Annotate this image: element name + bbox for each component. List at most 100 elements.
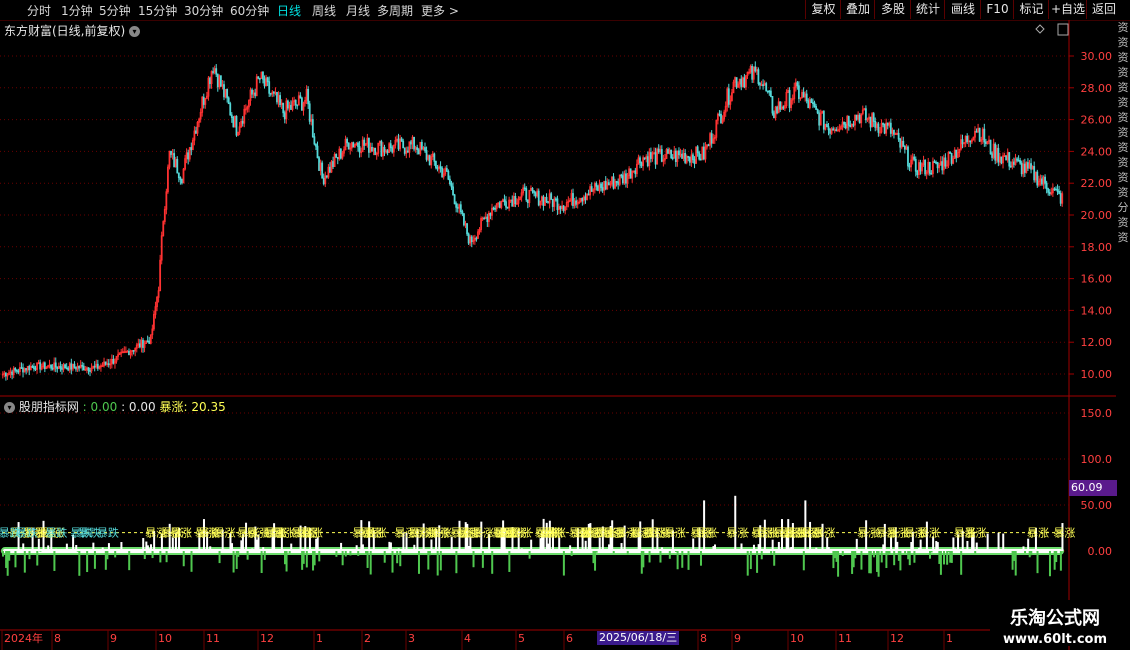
sidebar-char: 资 [1117,21,1129,34]
candle-body [1030,163,1032,170]
candle-body [872,113,875,122]
candle-body [463,213,465,226]
indicator-bar-up [777,541,780,551]
candle-body [550,193,553,200]
candle-body [693,159,696,164]
candle-body [523,187,526,190]
candle-body [667,149,669,154]
indicator-bar-down [899,551,902,571]
candle-body [674,150,677,163]
candle-body [50,364,52,369]
candle-body [936,161,939,169]
indicator-bar-down [218,551,221,564]
indicator-bar-up [986,533,989,551]
indicator-bar-down [869,551,872,574]
candle-body [822,110,825,130]
candle-body [170,150,172,155]
candle-body [740,78,743,87]
candle-body [657,148,660,153]
candle-body [681,153,683,159]
chevron-down-icon[interactable]: ▾ [4,402,15,413]
signal-label-down: 暴跌 [45,526,67,540]
candle-body [754,66,757,72]
candle-body [1008,152,1011,167]
candle-body [766,90,769,93]
candle-body [335,153,338,158]
candle-body [299,95,302,99]
indicator-bar-down [23,551,26,573]
indicator-value-1: : 0.00 [82,400,118,414]
signal-label-up: 暴涨 [301,527,323,540]
indicator-bar-down [880,551,883,563]
indicator-bar-up [740,543,743,551]
indicator-bar-up [101,547,104,551]
candle-body [315,143,317,147]
candle-body [452,186,454,196]
indicator-bar-up [584,540,587,551]
y-tick-label: 28.00 [1081,82,1113,95]
signal-label-up: 暴涨 [664,527,686,540]
indicator-bar-up [156,550,159,551]
candle-body [913,156,916,160]
indicator-bar-up [290,543,293,551]
indicator-bar-down [285,551,288,572]
indicator-bar-down [642,551,645,568]
indicator-bar-down [318,551,321,562]
indicator-bar-down [1055,551,1058,563]
indicator-bar-down [366,551,369,568]
indicator-bar-down [1036,551,1039,574]
indicator-bar-down [570,551,573,557]
indicator-bar-down [8,551,11,561]
signal-label-up: 暴涨 [726,527,748,540]
indicator-bar-down [439,551,442,571]
candle-body [439,166,442,169]
indicator-bar-down [349,551,352,556]
indicator-bar-up [212,549,215,551]
kline-chart[interactable]: 30.0028.0026.0024.0022.0020.0018.0016.00… [0,0,1130,650]
y-tick-label: 20.00 [1081,209,1113,222]
candle-body [933,161,936,164]
indicator-bar-up [397,548,400,551]
candle-body [765,83,768,92]
indicator-bar-up [120,542,123,551]
indicator-bar-down [681,551,684,568]
watermark: 乐淘公式网 www.60lt.com [990,600,1120,647]
candle-body [39,362,42,370]
indicator-bar-down [974,551,977,554]
candle-body [272,91,275,94]
indicator-bar-down [749,551,752,570]
x-tick-label: 8 [700,632,707,645]
indicator-bar-up [251,548,254,551]
candle-body [643,157,646,160]
candle-body [107,363,110,366]
candle-body [1019,160,1022,164]
candle-body [757,69,760,84]
candle-body [1005,155,1008,161]
indicator-bar-up [530,539,533,551]
candle-body [87,367,90,371]
indicator-bar-down [78,551,81,576]
candle-body [82,365,85,371]
candle-body [1058,191,1061,194]
candle-body [14,368,17,371]
candle-body [1055,188,1057,191]
candle-body [258,77,261,80]
candle-body [949,151,951,154]
indicator-bar-up [919,539,922,551]
candle-body [944,157,947,167]
candle-body [251,89,253,95]
candle-body [829,129,831,134]
current-value-box: 60.09 [1069,480,1117,496]
indicator-bar-down [841,551,844,557]
candle-body [899,138,902,148]
candle-body [975,130,978,133]
candle-body [844,123,847,129]
candle-body [296,104,299,107]
candle-body [483,217,486,220]
indicator-name: 股朋指标网 [18,400,79,414]
indicator-bar-down [699,551,702,566]
candle-body [28,365,31,371]
candle-body [290,104,292,110]
indicator-bar-down [159,551,162,563]
candle-body [417,149,420,155]
